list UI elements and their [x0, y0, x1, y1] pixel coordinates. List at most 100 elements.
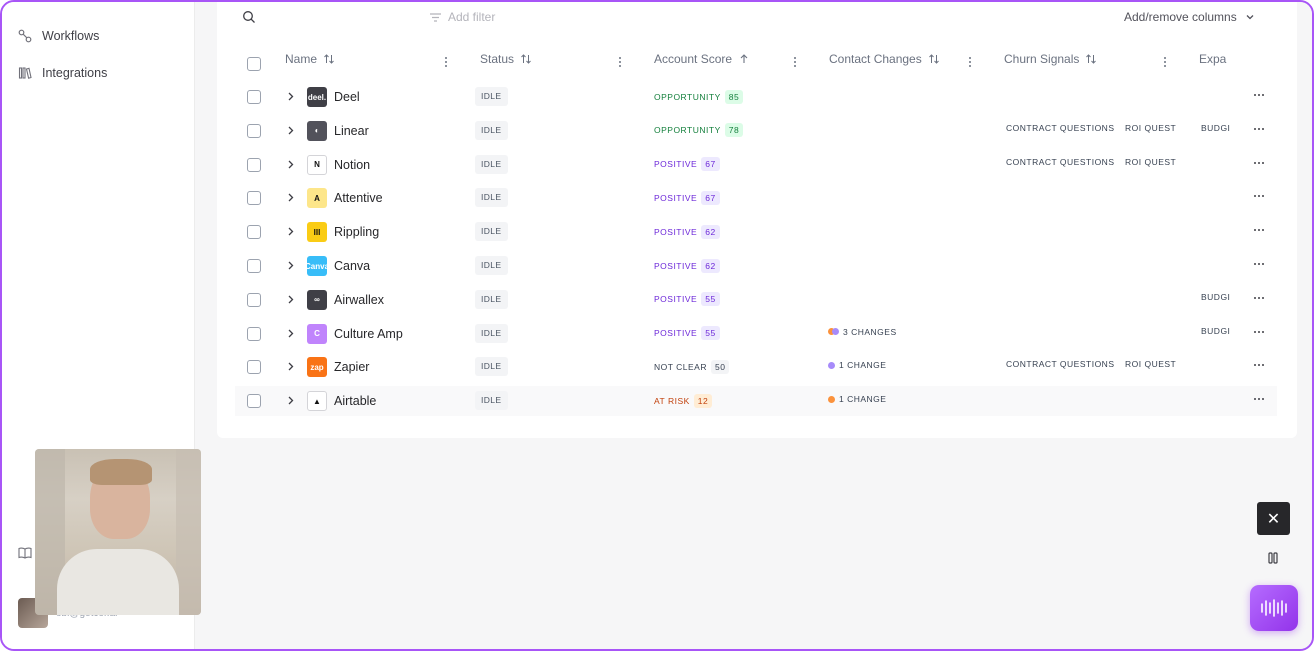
table-row[interactable]: Canva Canva IDLE POSITIVE 62 — [235, 251, 1277, 281]
column-menu-icon[interactable] — [1163, 56, 1167, 68]
expand-chevron-icon[interactable] — [286, 328, 295, 339]
company-logo-icon: ∞ — [307, 289, 327, 310]
row-more-icon[interactable] — [1253, 228, 1265, 232]
table-row[interactable]: ▲ Airtable IDLE AT RISK 12 1 CHANGE — [235, 386, 1277, 417]
column-header-status[interactable]: Status — [480, 52, 532, 66]
sort-icon[interactable] — [323, 53, 335, 65]
churn-signal-tag: CONTRACT QUESTIONS — [1006, 156, 1115, 167]
company-name[interactable]: Deel — [334, 90, 360, 104]
column-header-contact-changes[interactable]: Contact Changes — [829, 52, 940, 66]
recorder-button[interactable] — [1250, 585, 1298, 631]
close-recording-button[interactable]: ✕ — [1257, 502, 1290, 535]
company-name[interactable]: Rippling — [334, 225, 379, 239]
row-more-icon[interactable] — [1253, 93, 1265, 97]
row-more-icon[interactable] — [1253, 296, 1265, 300]
expansion-signal-tag: BUDGI — [1201, 122, 1231, 133]
column-menu-icon[interactable] — [793, 56, 797, 68]
sort-icon[interactable] — [928, 53, 940, 65]
score-label: POSITIVE — [654, 159, 698, 170]
expand-chevron-icon[interactable] — [286, 361, 295, 372]
row-more-icon[interactable] — [1253, 161, 1265, 165]
company-name[interactable]: Linear — [334, 124, 369, 138]
sidebar-item-label: Workflows — [42, 29, 100, 43]
table-row[interactable]: ◐ Linear IDLE OPPORTUNITY 78 CONTRACT QUESTIO… — [235, 116, 1277, 146]
status-badge: IDLE — [475, 154, 508, 174]
row-checkbox[interactable] — [247, 191, 261, 206]
row-more-icon[interactable] — [1253, 330, 1265, 334]
company-logo-icon: C — [307, 323, 327, 344]
row-more-icon[interactable] — [1253, 194, 1265, 198]
expand-chevron-icon[interactable] — [286, 91, 295, 102]
company-name[interactable]: Airtable — [334, 394, 376, 408]
table-row[interactable]: N Notion IDLE POSITIVE 67 CONTRACT QUESTIONS R… — [235, 150, 1277, 180]
contact-changes-badge[interactable]: 1 CHANGE — [828, 360, 886, 370]
search-icon[interactable] — [242, 10, 256, 24]
expand-chevron-icon[interactable] — [286, 159, 295, 170]
row-checkbox[interactable] — [247, 326, 261, 341]
company-name[interactable]: Attentive — [334, 191, 383, 205]
row-checkbox[interactable] — [247, 292, 261, 307]
contact-changes-badge[interactable]: 1 CHANGE — [828, 394, 886, 404]
pause-icon[interactable] — [1265, 550, 1281, 566]
book-icon[interactable] — [18, 546, 32, 560]
score-value: 85 — [724, 89, 744, 104]
add-filter-button[interactable]: Add filter — [429, 10, 495, 24]
expand-chevron-icon[interactable] — [286, 226, 295, 237]
contact-changes-badge[interactable]: 3 CHANGES — [828, 327, 897, 337]
table-row[interactable]: C Culture Amp IDLE POSITIVE 55 3 CHANGES BUDGI — [235, 319, 1277, 349]
company-name[interactable]: Culture Amp — [334, 327, 403, 341]
sort-icon[interactable] — [520, 53, 532, 65]
expand-chevron-icon[interactable] — [286, 192, 295, 203]
sort-ascending-icon[interactable] — [738, 53, 750, 65]
webcam-video[interactable] — [35, 449, 201, 615]
row-more-icon[interactable] — [1253, 127, 1265, 131]
row-checkbox[interactable] — [247, 157, 261, 172]
table-row[interactable]: zap Zapier IDLE NOT CLEAR 50 1 CHANGE CONTRACT… — [235, 352, 1277, 382]
row-more-icon[interactable] — [1253, 262, 1265, 266]
add-remove-columns-label: Add/remove columns — [1124, 10, 1237, 24]
status-badge: IDLE — [475, 120, 508, 140]
table-row[interactable]: A Attentive IDLE POSITIVE 67 — [235, 183, 1277, 213]
row-checkbox[interactable] — [247, 123, 261, 138]
table-row[interactable]: III Rippling IDLE POSITIVE 62 — [235, 217, 1277, 247]
column-menu-icon[interactable] — [444, 56, 448, 68]
row-more-icon[interactable] — [1253, 397, 1265, 401]
row-checkbox[interactable] — [247, 259, 261, 273]
company-name[interactable]: Notion — [334, 158, 370, 172]
score-label: POSITIVE — [654, 192, 698, 203]
row-checkbox[interactable] — [247, 360, 261, 375]
column-header-name[interactable]: Name — [285, 52, 335, 66]
add-remove-columns-button[interactable]: Add/remove columns — [1124, 10, 1255, 24]
company-name[interactable]: Airwallex — [334, 293, 384, 307]
sidebar-item-workflows[interactable]: Workflows — [18, 29, 99, 43]
account-score-badge: OPPORTUNITY 85 — [650, 88, 744, 105]
company-name[interactable]: Zapier — [334, 360, 369, 374]
table-row[interactable]: deel. Deel IDLE OPPORTUNITY 85 — [235, 82, 1277, 112]
sidebar-item-integrations[interactable]: Integrations — [18, 66, 107, 80]
expand-chevron-icon[interactable] — [286, 260, 295, 271]
score-value: 78 — [724, 123, 744, 138]
status-badge: IDLE — [475, 323, 508, 343]
expand-chevron-icon[interactable] — [286, 395, 295, 406]
column-label: Expa — [1199, 52, 1227, 66]
company-logo-icon: A — [307, 188, 327, 209]
column-header-expansion[interactable]: Expa — [1199, 52, 1226, 66]
avatar-dot-icon — [828, 361, 835, 369]
score-label: OPPORTUNITY — [654, 91, 721, 102]
column-menu-icon[interactable] — [968, 56, 972, 68]
column-header-churn-signals[interactable]: Churn Signals — [1004, 52, 1097, 66]
column-menu-icon[interactable] — [618, 56, 622, 68]
select-all-checkbox[interactable] — [247, 57, 261, 71]
sort-icon[interactable] — [1085, 53, 1097, 65]
column-label: Status — [480, 52, 515, 66]
row-checkbox[interactable] — [247, 394, 261, 409]
row-checkbox[interactable] — [247, 90, 261, 104]
expand-chevron-icon[interactable] — [286, 294, 295, 305]
table-row[interactable]: ∞ Airwallex IDLE POSITIVE 55 BUDGI — [235, 285, 1277, 315]
column-header-account-score[interactable]: Account Score — [654, 52, 750, 66]
expand-chevron-icon[interactable] — [286, 125, 295, 136]
company-name[interactable]: Canva — [334, 259, 370, 273]
company-logo-icon: III — [307, 222, 327, 243]
row-more-icon[interactable] — [1253, 363, 1265, 367]
row-checkbox[interactable] — [247, 225, 261, 240]
